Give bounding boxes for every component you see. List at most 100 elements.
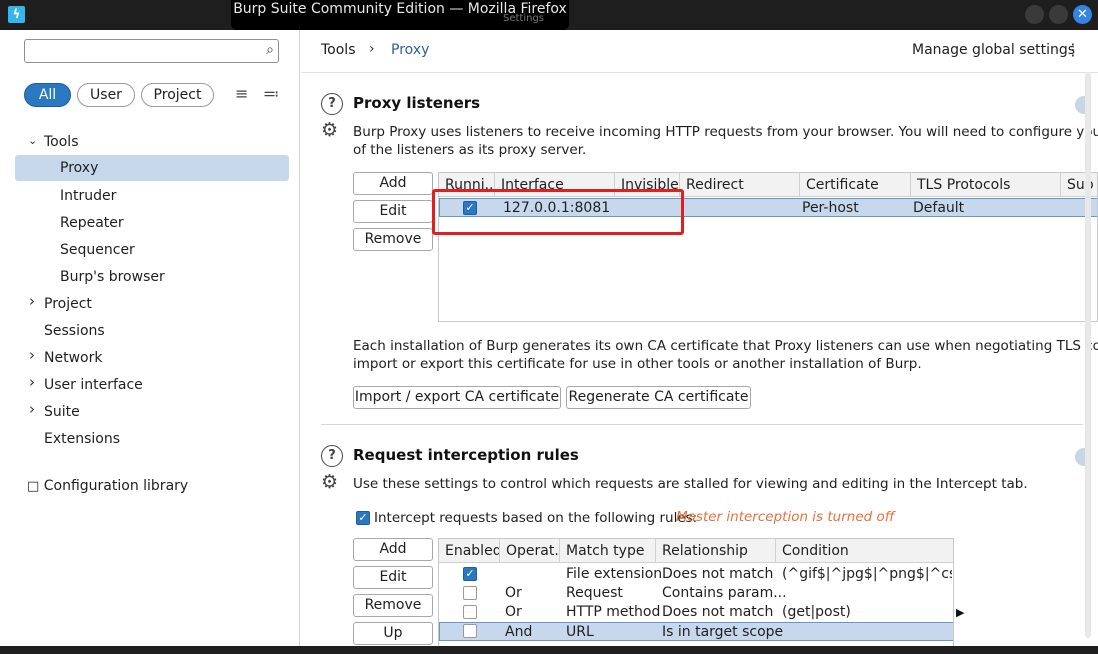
header-divider <box>301 72 1098 73</box>
minimize-button[interactable] <box>1025 5 1044 24</box>
import-export-ca-button[interactable]: Import / export CA certificate <box>353 386 561 409</box>
tree-item-proxy[interactable]: Proxy <box>15 155 289 181</box>
table-row[interactable]: And URL Is in target scope <box>439 622 953 641</box>
close-window-button[interactable]: ✕ <box>1073 5 1092 24</box>
settings-content: Tools › Proxy Manage global settings ⋮ ?… <box>301 30 1098 654</box>
enabled-checkbox[interactable] <box>463 605 477 619</box>
chevron-right-icon[interactable]: › <box>29 292 35 310</box>
manage-global-settings-link[interactable]: Manage global settings <box>912 42 1075 58</box>
relationship-cell: Does not match <box>662 604 774 620</box>
intercept-rules-checkbox[interactable]: ✓ <box>356 511 370 525</box>
gear-icon[interactable]: ⚙ <box>321 471 338 493</box>
chevron-right-icon[interactable]: › <box>29 400 35 418</box>
interface-cell: 127.0.0.1:8081 <box>503 200 611 216</box>
condition-cell: (^gif$|^jpg$|^png$|^css... <box>782 566 952 582</box>
gear-icon[interactable]: ⚙ <box>321 119 338 141</box>
settings-search-input[interactable]: ⌕ <box>24 39 279 63</box>
interception-rules-table: Enabled Operat... Match type Relationshi… <box>438 538 954 654</box>
relationship-cell: Is in target scope <box>662 624 784 640</box>
filter-project-button[interactable]: Project <box>141 83 214 107</box>
edit-listener-button[interactable]: Edit <box>353 200 433 223</box>
breadcrumb-proxy: Proxy <box>391 42 430 58</box>
add-rule-button[interactable]: Add <box>353 538 433 561</box>
kebab-menu-icon[interactable]: ⋮ <box>1065 40 1081 59</box>
column-header[interactable]: TLS Protocols <box>911 173 1061 197</box>
filter-all-button[interactable]: All <box>24 83 71 107</box>
enabled-checkbox[interactable]: ✓ <box>463 567 477 581</box>
table-row[interactable]: Or HTTP method Does not match (get|post) <box>439 603 953 622</box>
tree-item-tools[interactable]: Tools <box>44 129 79 155</box>
breadcrumb-tools[interactable]: Tools <box>321 42 356 58</box>
tls-cell: Default <box>913 200 965 216</box>
table-row[interactable]: ✓ File extension Does not match (^gif$|^… <box>439 565 953 584</box>
scroll-right-icon[interactable]: ▶ <box>956 606 964 619</box>
enabled-checkbox[interactable] <box>463 624 477 638</box>
listeners-table-header: Runni... Interface Invisible Redirect Ce… <box>439 173 1097 197</box>
tree-item-intruder[interactable]: Intruder <box>60 183 116 209</box>
chevron-right-icon[interactable]: › <box>29 346 35 364</box>
expand-all-icon[interactable]: ≡ <box>235 84 248 103</box>
window-titlebar: ϟ Burp Suite Community Edition — Mozilla… <box>0 0 1098 30</box>
remove-listener-button[interactable]: Remove <box>353 228 433 251</box>
add-listener-button[interactable]: Add <box>353 172 433 195</box>
match-type-cell: File extension <box>566 566 663 582</box>
help-icon[interactable]: ? <box>321 445 343 467</box>
column-header[interactable]: Match type <box>560 539 656 563</box>
chevron-right-icon[interactable]: › <box>29 373 35 391</box>
listeners-table: Runni... Interface Invisible Redirect Ce… <box>438 172 1098 322</box>
tree-item-project[interactable]: Project <box>44 291 92 317</box>
column-header[interactable]: Certificate <box>800 173 911 197</box>
regenerate-ca-button[interactable]: Regenerate CA certificate <box>566 386 751 409</box>
column-header[interactable]: Relationship <box>656 539 776 563</box>
window-bottom-edge <box>0 646 1098 654</box>
filter-user-button[interactable]: User <box>77 83 135 107</box>
breadcrumb-separator: › <box>369 41 375 57</box>
edit-rule-button[interactable]: Edit <box>353 566 433 589</box>
tree-item-repeater[interactable]: Repeater <box>60 210 124 236</box>
table-row[interactable]: Or Request Contains param... <box>439 584 953 603</box>
maximize-button[interactable] <box>1049 5 1068 24</box>
enabled-checkbox[interactable] <box>463 586 477 600</box>
ca-description: import or export this certificate for us… <box>353 356 922 372</box>
running-checkbox[interactable]: ✓ <box>463 201 477 215</box>
tree-item-sessions[interactable]: Sessions <box>44 318 105 344</box>
configuration-library-link[interactable]: □ Configuration library <box>27 478 188 494</box>
certificate-cell: Per-host <box>802 200 859 216</box>
chevron-down-icon[interactable]: ⌄ <box>28 134 37 147</box>
ca-description: Each installation of Burp generates its … <box>353 338 1098 354</box>
tree-item-sequencer[interactable]: Sequencer <box>60 237 135 263</box>
column-header[interactable]: Interface <box>495 173 615 197</box>
window-title: Burp Suite Community Edition — Mozilla F… <box>231 0 569 30</box>
relationship-cell: Contains param... <box>662 585 787 601</box>
match-type-cell: URL <box>566 624 594 640</box>
tree-item-user-interface[interactable]: User interface <box>44 372 143 398</box>
move-up-button[interactable]: Up <box>353 622 433 645</box>
interception-description: Use these settings to control which requ… <box>353 476 1028 492</box>
remove-rule-button[interactable]: Remove <box>353 594 433 617</box>
column-header[interactable]: Operat... <box>500 539 560 563</box>
proxy-listeners-title: Proxy listeners <box>353 94 481 112</box>
operator-cell: Or <box>505 585 522 601</box>
column-header[interactable]: Condition <box>776 539 953 563</box>
tree-item-extensions[interactable]: Extensions <box>44 426 120 452</box>
tree-item-suite[interactable]: Suite <box>44 399 80 425</box>
collapse-all-icon[interactable]: ≕ <box>263 84 279 103</box>
tree-item-burps-browser[interactable]: Burp's browser <box>60 264 165 290</box>
table-row[interactable]: ✓ 127.0.0.1:8081 Per-host Default <box>439 198 1097 217</box>
column-header[interactable]: Runni... <box>439 173 495 197</box>
column-header[interactable]: Enabled <box>439 539 500 563</box>
help-icon[interactable]: ? <box>321 93 343 115</box>
relationship-cell: Does not match <box>662 566 774 582</box>
column-header[interactable]: Invisible <box>615 173 680 197</box>
column-header[interactable]: Redirect <box>680 173 800 197</box>
section-divider <box>321 424 1083 425</box>
operator-cell: And <box>505 624 533 640</box>
tree-item-network[interactable]: Network <box>44 345 102 371</box>
vertical-scrollbar[interactable] <box>1085 73 1091 638</box>
master-interception-warning: Master interception is turned off <box>676 509 895 525</box>
book-icon: □ <box>27 479 40 494</box>
match-type-cell: HTTP method <box>566 604 661 620</box>
burp-logo-icon: ϟ <box>8 6 25 23</box>
column-header[interactable]: Sup <box>1061 173 1097 197</box>
proxy-listeners-description: Burp Proxy uses listeners to receive inc… <box>353 124 1098 140</box>
